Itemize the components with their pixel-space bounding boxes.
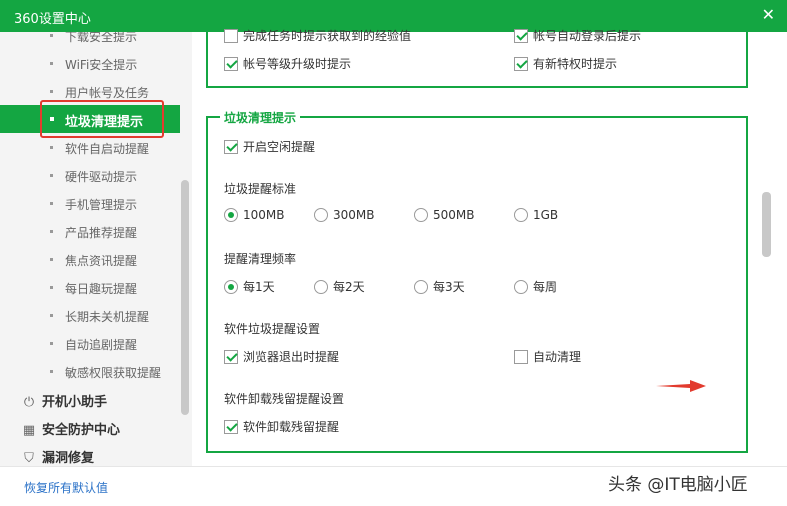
junk-cleanup-section: 垃圾清理提示 开启空闲提醒 垃圾提醒标准 100MB 300MB 500MB 1… — [206, 109, 748, 453]
sidebar-item-label: 软件自启动提醒 — [65, 142, 150, 156]
bullet-icon — [50, 34, 53, 37]
level-up-checkbox[interactable]: 帐号等级升级时提示 — [224, 55, 351, 72]
uninstall-residue-label: 软件卸载残留提醒设置 — [224, 392, 345, 406]
radio-label: 500MB — [433, 208, 475, 222]
sidebar: 下载安全提示 WiFi安全提示 用户帐号及任务 垃圾清理提示 软件自启动提醒 硬… — [0, 32, 192, 466]
bullet-icon — [50, 314, 53, 317]
radio-label: 每2天 — [333, 280, 365, 294]
checkbox-icon — [514, 349, 528, 364]
sidebar-group-boot-assistant[interactable]: ⏻ 开机小助手 — [22, 391, 107, 410]
frequency-1day-radio[interactable]: 每1天 — [224, 278, 275, 295]
highlight-box — [40, 100, 164, 138]
bullet-icon — [50, 174, 53, 177]
frequency-3day-radio[interactable]: 每3天 — [414, 278, 465, 295]
checkbox-label: 软件卸载残留提醒 — [243, 420, 340, 434]
threshold-label: 垃圾提醒标准 — [224, 182, 297, 196]
checkbox-checked-icon — [514, 56, 528, 71]
threshold-300mb-radio[interactable]: 300MB — [314, 207, 375, 223]
threshold-1gb-radio[interactable]: 1GB — [514, 207, 559, 223]
sidebar-item-label: 自动追剧提醒 — [65, 338, 138, 352]
bullet-icon — [50, 286, 53, 289]
checkbox-checked-icon — [514, 28, 528, 43]
sidebar-group-label: 开机小助手 — [42, 395, 108, 410]
frequency-2day-radio[interactable]: 每2天 — [314, 278, 365, 295]
bullet-icon — [50, 202, 53, 205]
checkbox-checked-icon — [224, 56, 238, 71]
sidebar-item-label: WiFi安全提示 — [65, 58, 138, 72]
checkbox-checked-icon — [224, 139, 238, 154]
checkbox-label: 完成任务时提示获取到的经验值 — [243, 29, 412, 43]
radio-label: 每周 — [533, 280, 558, 294]
idle-reminder-checkbox[interactable]: 开启空闲提醒 — [224, 138, 315, 155]
sidebar-item-label: 产品推荐提醒 — [65, 226, 138, 240]
radio-label: 1GB — [533, 208, 559, 222]
sidebar-group-vuln-fix[interactable]: ⛉ 漏洞修复 — [22, 447, 94, 466]
radio-label: 100MB — [243, 208, 285, 222]
checkbox-checked-icon — [224, 349, 238, 364]
bullet-icon — [50, 370, 53, 373]
sidebar-group-label: 安全防护中心 — [42, 423, 121, 438]
frequency-label: 提醒清理频率 — [224, 252, 297, 266]
radio-label: 每3天 — [433, 280, 465, 294]
radio-label: 300MB — [333, 208, 375, 222]
radio-icon — [514, 207, 528, 222]
section-title: 垃圾清理提示 — [220, 109, 301, 126]
window-title: 360设置中心 — [14, 12, 91, 27]
watermark: 头条 @IT电脑小匠 — [608, 475, 748, 495]
bullet-icon — [50, 342, 53, 345]
checkbox-label: 开启空闲提醒 — [243, 140, 316, 154]
radio-icon — [314, 207, 328, 222]
radio-label: 每1天 — [243, 280, 275, 294]
checkbox-label: 帐号等级升级时提示 — [243, 57, 352, 71]
checkbox-label: 有新特权时提示 — [533, 57, 618, 71]
sidebar-group-security-center[interactable]: ▦ 安全防护中心 — [22, 419, 120, 438]
radio-icon — [414, 207, 428, 222]
auto-login-checkbox[interactable]: 帐号自动登录后提示 — [514, 27, 641, 44]
sidebar-item-label: 手机管理提示 — [65, 198, 138, 212]
checkbox-label: 浏览器退出时提醒 — [243, 350, 340, 364]
sidebar-item-label: 焦点资讯提醒 — [65, 254, 138, 268]
red-arrow-icon — [656, 380, 706, 392]
sidebar-item-label: 长期未关机提醒 — [65, 310, 150, 324]
account-section: 完成任务时提示获取到的经验值 帐号自动登录后提示 帐号等级升级时提示 有新特权时… — [206, 28, 748, 88]
checkbox-label: 帐号自动登录后提示 — [533, 29, 642, 43]
shield-icon: ⛉ — [24, 451, 34, 466]
sidebar-item-label: 硬件驱动提示 — [65, 170, 138, 184]
browser-exit-checkbox[interactable]: 浏览器退出时提醒 — [224, 348, 339, 365]
frequency-weekly-radio[interactable]: 每周 — [514, 278, 557, 295]
close-icon[interactable]: ✕ — [762, 5, 775, 24]
auto-clean-checkbox[interactable]: 自动清理 — [514, 348, 581, 365]
bullet-icon — [50, 62, 53, 65]
checkbox-icon — [224, 28, 238, 43]
radio-icon — [514, 279, 528, 294]
sidebar-item-label: 下载安全提示 — [65, 32, 138, 44]
radio-selected-icon — [224, 207, 238, 222]
grid-icon: ▦ — [22, 423, 36, 438]
radio-icon — [314, 279, 328, 294]
checkbox-label: 自动清理 — [533, 350, 582, 364]
software-junk-label: 软件垃圾提醒设置 — [224, 322, 321, 336]
new-privilege-checkbox[interactable]: 有新特权时提示 — [514, 55, 617, 72]
radio-icon — [414, 279, 428, 294]
bullet-icon — [50, 146, 53, 149]
sidebar-item-label: 敏感权限获取提醒 — [65, 366, 162, 380]
bullet-icon — [50, 230, 53, 233]
threshold-500mb-radio[interactable]: 500MB — [414, 207, 475, 223]
main-scrollbar[interactable] — [762, 192, 771, 257]
task-exp-checkbox[interactable]: 完成任务时提示获取到的经验值 — [224, 27, 411, 44]
checkbox-checked-icon — [224, 419, 238, 434]
bullet-icon — [50, 90, 53, 93]
bullet-icon — [50, 258, 53, 261]
uninstall-residue-checkbox[interactable]: 软件卸载残留提醒 — [224, 418, 339, 435]
radio-selected-icon — [224, 279, 238, 294]
power-icon: ⏻ — [23, 395, 35, 410]
sidebar-item-label: 用户帐号及任务 — [65, 86, 150, 100]
sidebar-scrollbar[interactable] — [181, 180, 189, 415]
main-panel: 完成任务时提示获取到的经验值 帐号自动登录后提示 帐号等级升级时提示 有新特权时… — [192, 28, 787, 466]
sidebar-item-label: 每日趣玩提醒 — [65, 282, 138, 296]
threshold-100mb-radio[interactable]: 100MB — [224, 207, 285, 223]
sidebar-group-label: 漏洞修复 — [42, 451, 95, 466]
restore-defaults-link[interactable]: 恢复所有默认值 — [24, 479, 108, 496]
